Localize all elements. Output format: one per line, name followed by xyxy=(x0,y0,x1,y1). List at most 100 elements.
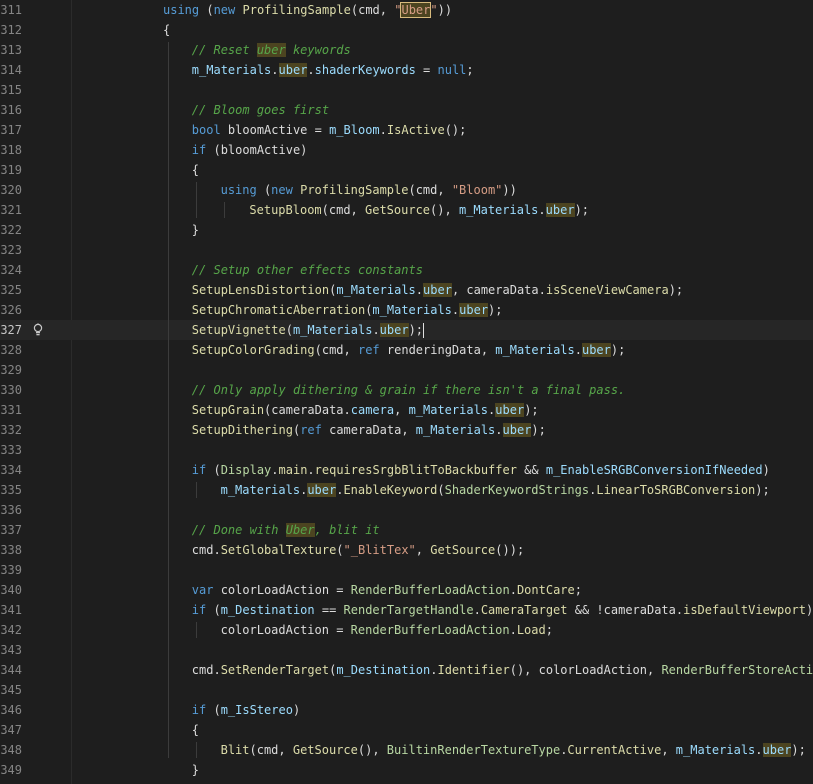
code-line[interactable]: 343 xyxy=(0,640,813,660)
code-line[interactable]: 325 SetupLensDistortion(m_Materials.uber,… xyxy=(0,280,813,300)
code-token: . xyxy=(307,463,315,477)
line-number: 334 xyxy=(0,463,22,477)
code-line[interactable]: 340 var colorLoadAction = RenderBufferLoa… xyxy=(0,580,813,600)
code-line[interactable]: 339 xyxy=(0,560,813,580)
search-match-current: Uber xyxy=(400,2,432,18)
line-number: 327 xyxy=(0,323,22,337)
code-text: // Bloom goes first xyxy=(192,100,329,120)
code-token: using xyxy=(220,183,257,197)
code-token: if xyxy=(191,143,207,157)
code-text: if (bloomActive) xyxy=(192,140,308,160)
code-line[interactable]: 319 { xyxy=(0,160,813,180)
code-token: if xyxy=(191,603,207,617)
code-token: SetupLensDistortion xyxy=(191,283,330,297)
code-line[interactable]: 346 if (m_IsStereo) xyxy=(0,700,813,720)
code-text: m_Materials.uber.EnableKeyword(ShaderKey… xyxy=(221,480,770,500)
code-token: // Reset xyxy=(191,43,257,57)
code-line[interactable]: 329 xyxy=(0,360,813,380)
code-line[interactable]: 348 Blit(cmd, GetSource(), BuiltinRenderT… xyxy=(0,740,813,760)
code-line[interactable]: 326 SetupChromaticAberration(m_Materials.… xyxy=(0,300,813,320)
line-number: 335 xyxy=(0,483,22,497)
code-token: (); xyxy=(444,123,467,137)
line-number: 316 xyxy=(0,103,22,117)
code-line[interactable]: 335 m_Materials.uber.EnableKeyword(Shader… xyxy=(0,480,813,500)
code-token: (), colorLoadAction, xyxy=(509,663,662,677)
code-text: cmd.SetRenderTarget(m_Destination.Identi… xyxy=(192,660,813,680)
code-token: ); xyxy=(668,283,684,297)
code-line[interactable]: 344 cmd.SetRenderTarget(m_Destination.Ide… xyxy=(0,660,813,680)
code-line[interactable]: 337 // Done with Uber, blit it xyxy=(0,520,813,540)
code-line[interactable]: 314 m_Materials.uber.shaderKeywords = nul… xyxy=(0,60,813,80)
code-token: Identifier xyxy=(437,663,510,677)
code-token: ( xyxy=(285,323,293,337)
code-line[interactable]: 312 { xyxy=(0,20,813,40)
code-line[interactable]: 323 xyxy=(0,240,813,260)
code-line[interactable]: 330 // Only apply dithering & grain if th… xyxy=(0,380,813,400)
code-token: == xyxy=(314,603,344,617)
code-line[interactable]: 334 if (Display.main.requiresSrgbBlitToBa… xyxy=(0,460,813,480)
line-number: 320 xyxy=(0,183,22,197)
search-match: uber xyxy=(256,43,286,57)
code-token: )) xyxy=(437,3,453,17)
code-line[interactable]: 347 { xyxy=(0,720,813,740)
indent-guide xyxy=(196,622,197,638)
code-token: ); xyxy=(755,483,770,497)
indent-guide xyxy=(196,482,197,498)
code-line[interactable]: 338 cmd.SetGlobalTexture("_BlitTex", GetS… xyxy=(0,540,813,560)
code-token: RenderTargetHandle xyxy=(343,603,474,617)
code-text: { xyxy=(192,160,199,180)
code-line[interactable]: 328 SetupColorGrading(cmd, ref renderingD… xyxy=(0,340,813,360)
code-line[interactable]: 317 bool bloomActive = m_Bloom.IsActive()… xyxy=(0,120,813,140)
code-token: . xyxy=(574,343,582,357)
code-text: // Done with Uber, blit it xyxy=(192,520,380,540)
line-number: 336 xyxy=(0,503,22,517)
code-token: . xyxy=(415,283,424,297)
code-token: } xyxy=(191,763,200,777)
code-token: { xyxy=(191,163,200,177)
code-token: (), xyxy=(357,743,387,757)
code-token: ProfilingSample xyxy=(300,183,409,197)
code-line[interactable]: 322} xyxy=(0,220,813,240)
code-text: } xyxy=(192,760,199,780)
code-token: . xyxy=(509,583,517,597)
code-token: bloomActive = xyxy=(220,123,330,137)
code-token: m_Materials xyxy=(191,63,272,77)
code-line[interactable]: 342 colorLoadAction = RenderBufferLoadAct… xyxy=(0,620,813,640)
code-line[interactable]: 345 xyxy=(0,680,813,700)
code-line[interactable]: 332 SetupDithering(ref cameraData, m_Mate… xyxy=(0,420,813,440)
search-match: uber xyxy=(278,63,308,77)
code-editor[interactable]: 311 using (new ProfilingSample(cmd, "Uber… xyxy=(0,0,813,784)
code-token: m_Bloom xyxy=(329,123,380,137)
code-line[interactable]: 318 if (bloomActive) xyxy=(0,140,813,160)
code-text: SetupChromaticAberration(m_Materials.ube… xyxy=(192,300,503,320)
code-token: m_Materials xyxy=(495,343,575,357)
code-line[interactable]: 341 if (m_Destination == RenderTargetHand… xyxy=(0,600,813,620)
code-line[interactable]: 313 // Reset uber keywords xyxy=(0,40,813,60)
code-line[interactable]: 336 xyxy=(0,500,813,520)
code-line[interactable]: 315 xyxy=(0,80,813,100)
code-token: )) xyxy=(502,183,517,197)
code-token: ShaderKeywordStrings xyxy=(444,483,590,497)
code-line[interactable]: 316 // Bloom goes first xyxy=(0,100,813,120)
code-line[interactable]: 311 using (new ProfilingSample(cmd, "Uber… xyxy=(0,0,813,20)
code-line[interactable]: 331 SetupGrain(cameraData.camera, m_Mater… xyxy=(0,400,813,420)
code-line[interactable]: 327 SetupVignette(m_Materials.uber); xyxy=(0,320,813,340)
line-number: 321 xyxy=(0,203,22,217)
code-text: // Setup other effects constants xyxy=(192,260,423,280)
code-text: using (new ProfilingSample(cmd, "Bloom")… xyxy=(221,180,517,200)
code-text: { xyxy=(163,20,170,40)
code-line[interactable]: 349} xyxy=(0,760,813,780)
code-token: SetupGrain xyxy=(191,403,265,417)
code-line[interactable]: 321 SetupBloom(cmd, GetSource(), m_Materi… xyxy=(0,200,813,220)
code-token: . xyxy=(271,63,279,77)
code-token: (cameraData. xyxy=(264,403,351,417)
line-number: 343 xyxy=(0,643,22,657)
code-token: && xyxy=(516,463,546,477)
lightbulb-icon[interactable] xyxy=(32,323,44,337)
code-token: . xyxy=(379,123,387,137)
code-token: Display xyxy=(220,463,272,477)
code-line[interactable]: 333 xyxy=(0,440,813,460)
code-line[interactable]: 320 using (new ProfilingSample(cmd, "Bloo… xyxy=(0,180,813,200)
search-match: uber xyxy=(762,743,792,757)
code-line[interactable]: 324 // Setup other effects constants xyxy=(0,260,813,280)
